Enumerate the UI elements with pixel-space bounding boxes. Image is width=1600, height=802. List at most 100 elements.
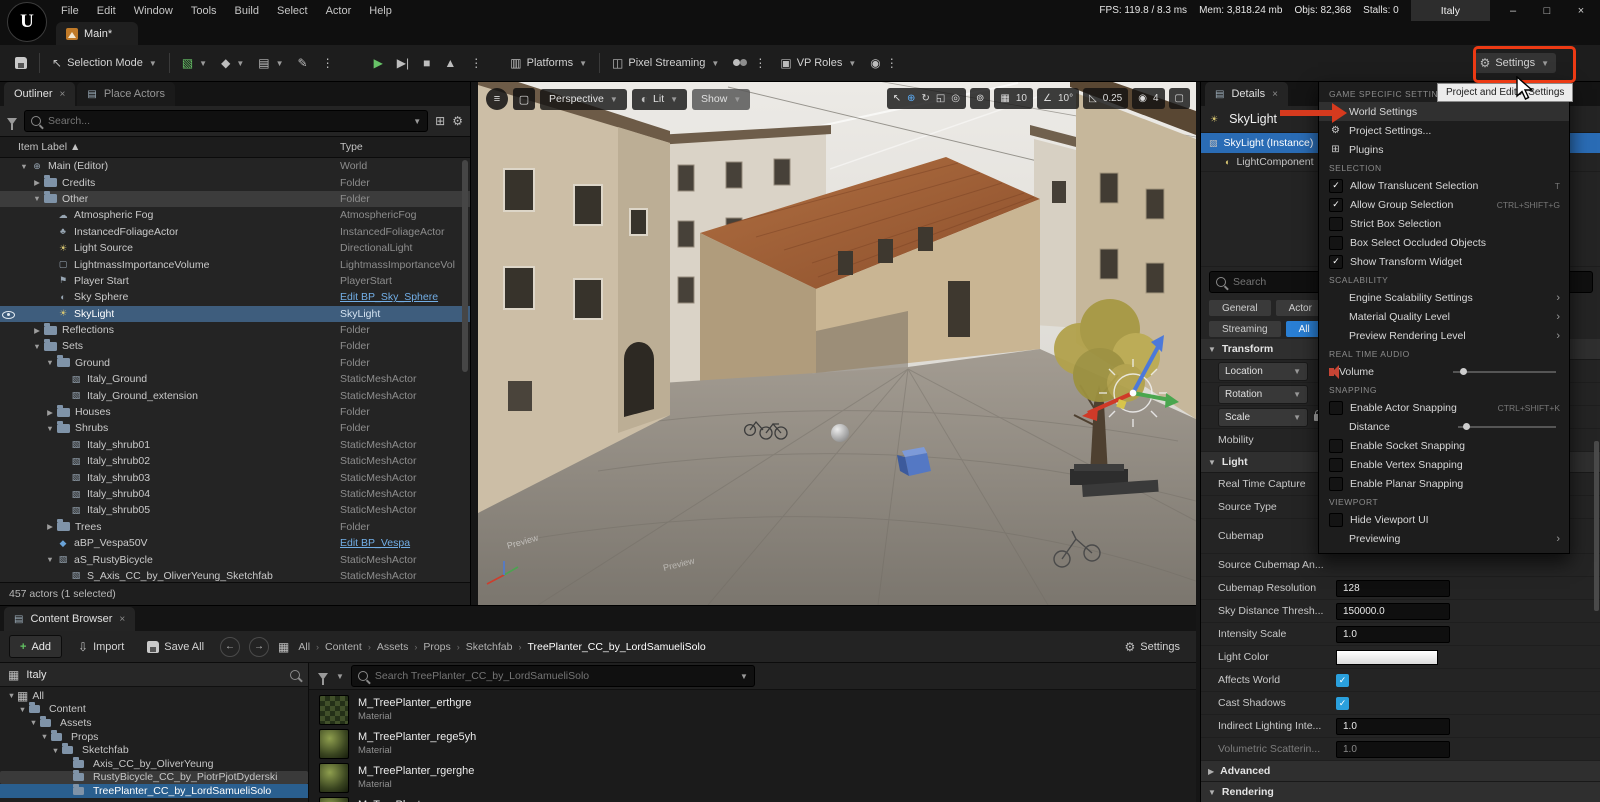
details-section-header[interactable]: ▶Advanced bbox=[1201, 761, 1600, 782]
outliner-row[interactable]: ▶ReflectionsFolder bbox=[0, 322, 470, 338]
outliner-search[interactable]: ▼ bbox=[24, 110, 428, 132]
breadcrumb-segment[interactable]: Sketchfab bbox=[466, 641, 513, 653]
property-dropdown[interactable]: Rotation▼ bbox=[1218, 385, 1308, 404]
settings-menu-item-world-settings[interactable]: ◍World Settings bbox=[1319, 102, 1569, 121]
chevron-down-icon[interactable]: ▼ bbox=[336, 672, 344, 681]
project-tab[interactable]: Italy bbox=[1411, 0, 1490, 21]
toolbar-overflow-button[interactable]: ⋮ bbox=[315, 53, 341, 73]
camera-speed-control[interactable]: ◉4 bbox=[1132, 88, 1164, 109]
stop-button[interactable]: ■ bbox=[416, 53, 437, 73]
outliner-search-input[interactable] bbox=[46, 114, 407, 128]
maximize-button[interactable]: □ bbox=[1536, 5, 1558, 17]
checkbox-icon[interactable]: ✓ bbox=[1329, 198, 1343, 212]
menu-item-select[interactable]: Select bbox=[268, 4, 317, 18]
folder-tree-item[interactable]: RustyBicycle_CC_by_PiotrPjotDyderski bbox=[0, 771, 308, 785]
property-input[interactable]: 1.0 bbox=[1336, 741, 1450, 758]
tree-expand-arrow-icon[interactable]: ▶ bbox=[44, 522, 56, 531]
surface-snap-toggle[interactable]: ⊚ bbox=[970, 88, 990, 109]
checkbox-icon[interactable] bbox=[1329, 458, 1343, 472]
outliner-row[interactable]: ▧Italy_GroundStaticMeshActor bbox=[0, 371, 470, 387]
tree-expand-arrow-icon[interactable]: ▼ bbox=[6, 691, 17, 700]
import-button[interactable]: ⇩Import bbox=[71, 637, 131, 657]
outliner-row[interactable]: ▶CreditsFolder bbox=[0, 174, 470, 190]
outliner-row[interactable]: ▼ShrubsFolder bbox=[0, 420, 470, 436]
outliner-column-header[interactable]: Item Label ▲ Type bbox=[0, 136, 470, 158]
rotate-tool-icon[interactable]: ↻ bbox=[921, 93, 929, 104]
content-browser-settings-button[interactable]: ⚙Settings bbox=[1117, 637, 1187, 657]
checkbox-icon[interactable] bbox=[1329, 217, 1343, 231]
property-dropdown[interactable]: Location▼ bbox=[1218, 362, 1308, 381]
folder-tree-item[interactable]: TreePlanter_CC_by_LordSamueliSolo bbox=[0, 784, 308, 798]
settings-menu-item-previewing[interactable]: Previewing› bbox=[1319, 529, 1569, 548]
tab-content-browser[interactable]: ▤Content Browser× bbox=[4, 607, 135, 631]
vp-roles-dropdown[interactable]: ▣VP Roles▼ bbox=[773, 53, 863, 73]
breadcrumb-segment[interactable]: Props bbox=[423, 641, 450, 653]
landscape-brush-button[interactable]: ✎ bbox=[291, 53, 315, 73]
platforms-dropdown[interactable]: ▥Platforms▼ bbox=[503, 53, 594, 73]
folder-tree-item[interactable]: ▼Sketchfab bbox=[0, 743, 308, 757]
details-scrollbar[interactable] bbox=[1594, 441, 1599, 611]
settings-menu-item-engine-scalability-settings[interactable]: Engine Scalability Settings› bbox=[1319, 288, 1569, 307]
folder-tree-item[interactable]: Axis_CC_by_OliverYeung bbox=[0, 757, 308, 771]
chevron-down-icon[interactable]: ▼ bbox=[413, 117, 421, 126]
asset-item[interactable]: M_TreePlanter_erthgreMaterial bbox=[313, 693, 1196, 727]
property-input[interactable]: 128 bbox=[1336, 580, 1450, 597]
tree-expand-arrow-icon[interactable]: ▼ bbox=[28, 718, 39, 727]
folder-tree-item[interactable]: ▼Props bbox=[0, 730, 308, 744]
outliner-row[interactable]: ▧Italy_shrub04StaticMeshActor bbox=[0, 486, 470, 502]
unreal-engine-logo-icon[interactable]: U bbox=[7, 2, 47, 42]
checkbox-icon[interactable] bbox=[1329, 236, 1343, 250]
filter-streaming-button[interactable]: Streaming bbox=[1209, 321, 1281, 337]
slider-track[interactable] bbox=[1458, 426, 1556, 428]
outliner-item-type[interactable]: Edit BP_Sky_Sphere bbox=[340, 291, 465, 303]
breadcrumb-segment[interactable]: TreePlanter_CC_by_LordSamueliSolo bbox=[527, 641, 705, 653]
outliner-row[interactable]: ▼OtherFolder bbox=[0, 191, 470, 207]
outliner-row[interactable]: ▧Italy_shrub01StaticMeshActor bbox=[0, 437, 470, 453]
save-all-button[interactable]: Save All bbox=[140, 637, 211, 657]
tree-expand-arrow-icon[interactable]: ▶ bbox=[31, 326, 43, 335]
settings-menu-item-volume[interactable]: Volume bbox=[1319, 362, 1569, 381]
tab-outliner[interactable]: Outliner× bbox=[4, 82, 75, 106]
menu-item-file[interactable]: File bbox=[52, 4, 88, 18]
search-icon[interactable] bbox=[290, 670, 300, 680]
slider-knob[interactable] bbox=[1460, 368, 1467, 375]
frame-skip-button[interactable]: ▶| bbox=[390, 53, 416, 73]
lit-dropdown[interactable]: ◐Lit▼ bbox=[632, 89, 687, 110]
visibility-eye-icon[interactable] bbox=[2, 309, 15, 320]
show-dropdown[interactable]: Show▼ bbox=[692, 89, 750, 110]
source-collection-header[interactable]: ▦ Italy bbox=[0, 663, 308, 687]
viewport-3d-scene[interactable]: Preview Preview bbox=[478, 81, 1196, 605]
close-icon[interactable]: × bbox=[1272, 89, 1278, 100]
settings-menu-item-box-select-occluded-objects[interactable]: Box Select Occluded Objects bbox=[1319, 233, 1569, 252]
slider-knob[interactable] bbox=[1463, 423, 1470, 430]
menu-item-tools[interactable]: Tools bbox=[182, 4, 226, 18]
tab-details[interactable]: ▤Details× bbox=[1205, 82, 1288, 106]
settings-menu-item-preview-rendering-level[interactable]: Preview Rendering Level› bbox=[1319, 326, 1569, 345]
color-swatch[interactable] bbox=[1336, 650, 1438, 665]
settings-menu-item-enable-planar-snapping[interactable]: Enable Planar Snapping bbox=[1319, 474, 1569, 493]
outliner-row[interactable]: ▼SetsFolder bbox=[0, 338, 470, 354]
settings-menu-item-distance[interactable]: Distance bbox=[1319, 417, 1569, 436]
grid-snap-control[interactable]: ▦10 bbox=[994, 88, 1033, 109]
outliner-item-type[interactable]: Edit BP_Vespa bbox=[340, 537, 465, 549]
outliner-row[interactable]: ▧Italy_shrub05StaticMeshActor bbox=[0, 502, 470, 518]
tree-expand-arrow-icon[interactable]: ▶ bbox=[44, 408, 56, 417]
filter-icon[interactable] bbox=[7, 118, 17, 125]
close-button[interactable]: × bbox=[1570, 5, 1592, 17]
asset-item[interactable]: M_TreePlanter_rgergheMaterial bbox=[313, 761, 1196, 795]
close-icon[interactable]: × bbox=[119, 614, 125, 625]
save-button[interactable] bbox=[8, 53, 34, 73]
level-tab-main[interactable]: Main* bbox=[56, 22, 138, 45]
checkbox-icon[interactable] bbox=[1329, 477, 1343, 491]
breadcrumb-segment[interactable]: Content bbox=[325, 641, 362, 653]
maximize-viewport-button[interactable]: ▢ bbox=[1169, 88, 1190, 109]
settings-menu-item-show-transform-widget[interactable]: ✓Show Transform Widget bbox=[1319, 252, 1569, 271]
pixel-streaming-dropdown[interactable]: ◫Pixel Streaming▼ bbox=[605, 53, 726, 73]
folder-tree-item[interactable]: ▼Assets bbox=[0, 716, 308, 730]
outliner-row[interactable]: ▧Italy_shrub02StaticMeshActor bbox=[0, 453, 470, 469]
select-tool-icon[interactable]: ↖ bbox=[893, 93, 901, 104]
rotation-snap-control[interactable]: ∠10° bbox=[1037, 88, 1079, 109]
editor-mode-dropdown[interactable]: ↖Selection Mode▼ bbox=[45, 53, 164, 73]
settings-dropdown[interactable]: ⚙Settings▼ bbox=[1473, 53, 1556, 73]
viewport-menu-icon[interactable]: ≡ bbox=[486, 88, 508, 110]
